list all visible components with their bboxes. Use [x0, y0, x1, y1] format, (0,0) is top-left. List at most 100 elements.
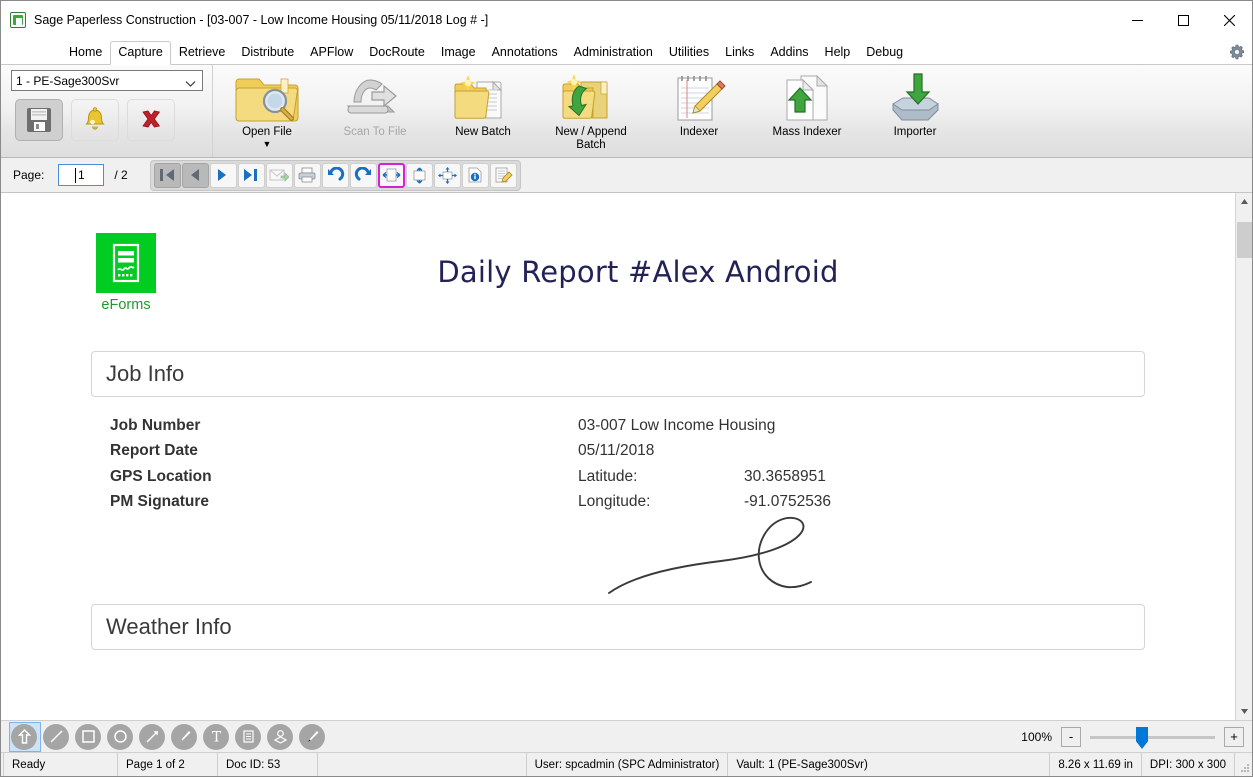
document-up-arrow-icon: [779, 70, 835, 125]
rotate-left-button[interactable]: [321, 162, 349, 188]
brush-icon: [299, 723, 325, 750]
resize-grip-icon[interactable]: [1235, 758, 1249, 772]
ribbon-item-indexer[interactable]: Indexer: [645, 65, 753, 153]
chevron-down-icon: [185, 77, 196, 91]
last-page-button[interactable]: [237, 162, 265, 188]
app-logo-icon: [10, 12, 26, 28]
menu-item-annotations[interactable]: Annotations: [484, 41, 566, 64]
ribbon-item-new-append-batch[interactable]: New / Append Batch: [537, 65, 645, 153]
menu-item-debug[interactable]: Debug: [858, 41, 911, 64]
window-title: Sage Paperless Construction - [03-007 - …: [34, 13, 489, 27]
menu-item-capture[interactable]: Capture: [110, 41, 171, 65]
page-navigation-bar: Page: 1 / 2: [1, 158, 1252, 193]
rotate-right-button[interactable]: [349, 162, 377, 188]
status-user: User: spcadmin (SPC Administrator): [527, 753, 729, 776]
document-info-button[interactable]: [461, 162, 489, 188]
note-tool[interactable]: [233, 722, 265, 752]
text-caret: [75, 168, 77, 183]
menu-item-retrieve[interactable]: Retrieve: [171, 41, 234, 64]
minimize-button[interactable]: [1114, 1, 1160, 39]
edit-document-button[interactable]: [489, 162, 517, 188]
value-report-date: 05/11/2018: [578, 442, 655, 460]
first-page-button[interactable]: [153, 162, 181, 188]
fit-page-button[interactable]: [433, 162, 461, 188]
value-report-date-row: 05/11/2018: [578, 438, 831, 463]
status-dpi: DPI: 300 x 300: [1142, 753, 1235, 776]
maximize-button[interactable]: [1160, 1, 1206, 39]
menu-item-links[interactable]: Links: [717, 41, 762, 64]
close-button[interactable]: [1206, 1, 1252, 39]
zoom-level-label: 100%: [1021, 730, 1052, 744]
fit-width-button[interactable]: [377, 162, 405, 188]
ribbon-item-open-file[interactable]: Open File ▼: [213, 65, 321, 153]
document-canvas[interactable]: eForms Daily Report #Alex Android Job In…: [1, 193, 1235, 720]
save-button[interactable]: [15, 99, 63, 141]
document-viewer: eForms Daily Report #Alex Android Job In…: [1, 193, 1252, 720]
vault-select[interactable]: 1 - PE-Sage300Svr: [11, 70, 203, 91]
import-tray-icon: [885, 70, 945, 125]
ribbon-item-label: Scan To File: [343, 126, 407, 138]
zoom-controls: 100% - +: [1021, 721, 1244, 753]
document-page: eForms Daily Report #Alex Android Job In…: [1, 193, 1235, 720]
menu-item-docroute[interactable]: DocRoute: [361, 41, 433, 64]
menu-item-administration[interactable]: Administration: [566, 41, 661, 64]
scroll-down-arrow[interactable]: [1236, 703, 1253, 720]
menu-item-help[interactable]: Help: [817, 41, 859, 64]
menu-item-distribute[interactable]: Distribute: [233, 41, 302, 64]
ribbon-item-label: Importer: [893, 126, 937, 138]
ribbon-item-scan-to-file[interactable]: Scan To File: [321, 65, 429, 153]
rectangle-tool[interactable]: [73, 722, 105, 752]
cancel-button[interactable]: [127, 99, 175, 141]
scanner-icon: [344, 70, 406, 125]
zoom-out-button[interactable]: -: [1061, 727, 1081, 747]
previous-page-button[interactable]: [181, 162, 209, 188]
menu-item-apflow[interactable]: APFlow: [302, 41, 361, 64]
scroll-up-arrow[interactable]: [1236, 193, 1253, 210]
menu-item-utilities[interactable]: Utilities: [661, 41, 717, 64]
stamp-tool[interactable]: [265, 722, 297, 752]
value-job-number: 03-007 Low Income Housing: [578, 417, 776, 434]
job-info-values: 03-007 Low Income Housing 05/11/2018 Lat…: [578, 413, 831, 515]
gear-icon[interactable]: [1226, 41, 1248, 63]
select-tool[interactable]: [9, 721, 41, 752]
title-bar: Sage Paperless Construction - [03-007 - …: [1, 1, 1252, 39]
page-label: Page:: [13, 168, 45, 182]
fit-height-button[interactable]: [405, 162, 433, 188]
line-tool[interactable]: [41, 722, 73, 752]
zoom-in-button[interactable]: +: [1224, 727, 1244, 747]
status-bar: Ready Page 1 of 2 Doc ID: 53 User: spcad…: [1, 752, 1252, 776]
label-latitude: Latitude:: [578, 467, 638, 485]
handwritten-signature-icon: [608, 516, 812, 594]
text-tool[interactable]: T: [201, 722, 233, 752]
document-title: Daily Report #Alex Android: [437, 255, 839, 289]
brush-tool[interactable]: [297, 722, 329, 752]
label-pm-signature: PM Signature: [110, 493, 210, 511]
job-info-labels: Job Number Report Date GPS Location PM S…: [91, 413, 578, 515]
ribbon-item-importer[interactable]: Importer: [861, 65, 969, 153]
page-number-input[interactable]: 1: [58, 164, 105, 186]
chevron-down-icon[interactable]: ▼: [263, 140, 272, 149]
ribbon-item-label: New / Append Batch: [555, 126, 627, 151]
scroll-thumb[interactable]: [1236, 222, 1252, 258]
zoom-slider[interactable]: [1090, 727, 1215, 749]
print-button[interactable]: [293, 162, 321, 188]
highlighter-tool[interactable]: [169, 722, 201, 752]
menu-item-addins[interactable]: Addins: [762, 41, 816, 64]
ellipse-tool[interactable]: [105, 722, 137, 752]
menu-item-image[interactable]: Image: [433, 41, 484, 64]
menu-item-home[interactable]: Home: [61, 41, 110, 64]
viewer-toolbar: [149, 159, 521, 191]
ribbon-item-new-batch[interactable]: New Batch: [429, 65, 537, 153]
scroll-track[interactable]: [1236, 210, 1253, 703]
value-latitude: 30.3658951: [744, 467, 826, 485]
next-page-button[interactable]: [209, 162, 237, 188]
notify-button[interactable]: [71, 99, 119, 141]
append-batch-folder-icon: [559, 70, 623, 125]
email-send-button[interactable]: [265, 162, 293, 188]
zoom-slider-thumb[interactable]: [1136, 727, 1148, 749]
ribbon-item-mass-indexer[interactable]: Mass Indexer: [753, 65, 861, 153]
arrow-tool[interactable]: [137, 722, 169, 752]
lined-note-icon: [235, 723, 261, 750]
vertical-scrollbar[interactable]: [1235, 193, 1252, 720]
circle-icon: [107, 723, 133, 750]
